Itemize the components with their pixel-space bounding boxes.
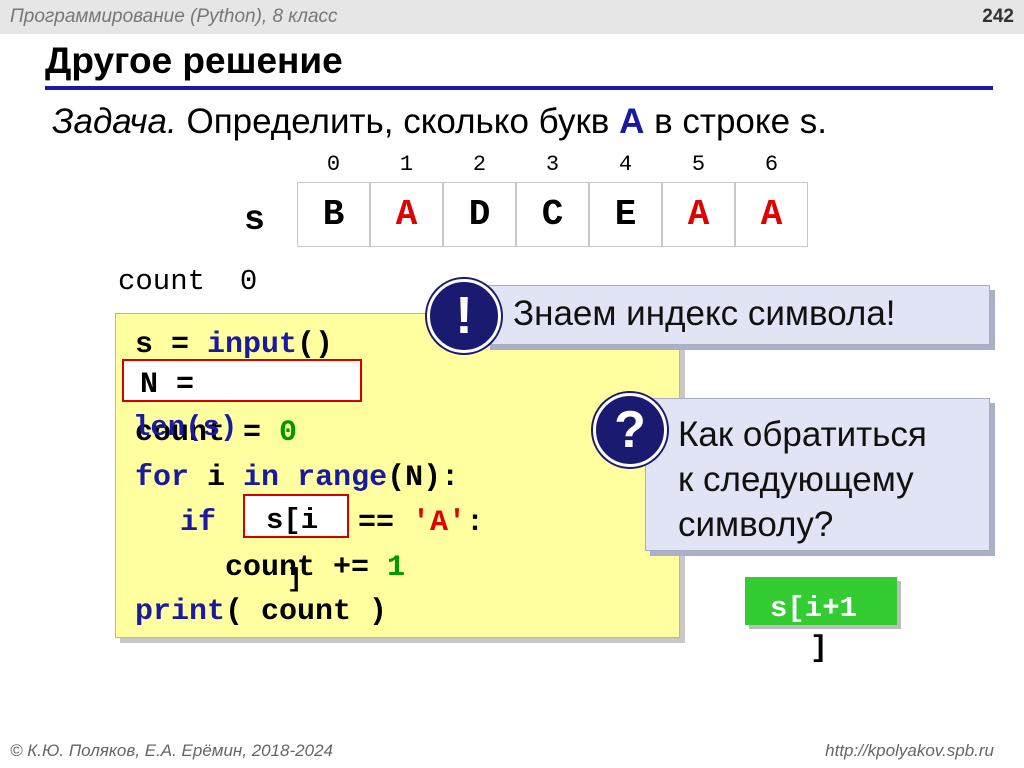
callout-known-index-text: Знаем индекс символа! (513, 294, 896, 333)
code-token: () (297, 328, 334, 362)
task-lead: Задача. (52, 102, 177, 141)
count-display: count 0 (118, 265, 257, 298)
callout-line: к следующему (678, 460, 914, 499)
code-index-expression: s[i (266, 504, 319, 537)
code-keyword: print (135, 595, 226, 629)
string-cell: B (297, 182, 370, 247)
code-keyword-if: if (180, 506, 217, 540)
task-text-before: Определить, сколько букв (186, 102, 610, 141)
code-token: N = (140, 368, 213, 402)
string-cell: C (516, 182, 589, 247)
string-cell: D (443, 182, 516, 247)
code-line-6: count += 1 (225, 553, 405, 583)
callout-next-char-text: Как обратиться к следующему символу? (678, 412, 927, 547)
code-token: : (466, 506, 485, 540)
code-keyword: input (207, 328, 298, 362)
callout-line: символу? (678, 505, 834, 544)
code-len-call: len(s) (133, 411, 238, 444)
task-text-after: в строке s. (654, 102, 828, 141)
code-token: (N): (387, 461, 460, 495)
code-line-4: for i in range(N): (135, 463, 459, 493)
footer-copyright: © К.Ю. Поляков, Е.А. Ерёмин, 2018-2024 (10, 741, 333, 760)
code-token: s = (135, 328, 208, 362)
string-cell: A (735, 182, 808, 247)
string-cell: A (370, 182, 443, 247)
code-token: ( count ) (225, 595, 388, 629)
code-token: == (358, 506, 413, 540)
task-statement: Задача. Определить, сколько букв A в стр… (52, 102, 827, 142)
code-bracket-overlap: ] (287, 564, 303, 594)
footer-url: http://kpolyakov.spb.ru (825, 741, 994, 760)
index-label: 3 (545, 152, 560, 177)
code-keyword: for (135, 461, 190, 495)
index-label: 1 (399, 152, 414, 177)
index-label: 4 (618, 152, 633, 177)
code-number: 1 (387, 551, 406, 585)
index-label: 6 (764, 152, 779, 177)
string-variable-label: s (244, 200, 266, 240)
hint-close-bracket: ] (810, 632, 829, 666)
code-keyword: in (243, 461, 280, 495)
task-letter: A (619, 102, 645, 141)
code-keyword: range (297, 461, 388, 495)
question-icon: ? (593, 393, 667, 467)
string-cell: A (662, 182, 735, 247)
index-label: 0 (326, 152, 341, 177)
code-token: count += (225, 551, 388, 585)
header-bar: Программирование (Python), 8 класс 242 (0, 0, 1024, 34)
hint-text: s[i+1 (770, 592, 858, 625)
course-title: Программирование (Python), 8 класс (10, 6, 338, 27)
title-underline (45, 86, 993, 90)
count-label: count (118, 265, 206, 298)
code-number: 0 (279, 416, 298, 450)
exclamation-icon: ! (427, 279, 501, 353)
index-label: 2 (472, 152, 487, 177)
code-line-1: s = input() (135, 330, 333, 360)
code-string: 'A' (412, 506, 467, 540)
code-line-5: == 'A': (358, 508, 484, 538)
index-label: 5 (691, 152, 706, 177)
code-token: i (189, 461, 244, 495)
code-line-2: N = (140, 370, 212, 400)
page-number: 242 (982, 6, 1014, 27)
slide-title: Другое решение (45, 40, 343, 81)
callout-line: Как обратиться (678, 415, 927, 454)
count-value: 0 (239, 265, 258, 298)
code-line-7: print( count ) (135, 597, 387, 627)
string-cell: E (589, 182, 662, 247)
